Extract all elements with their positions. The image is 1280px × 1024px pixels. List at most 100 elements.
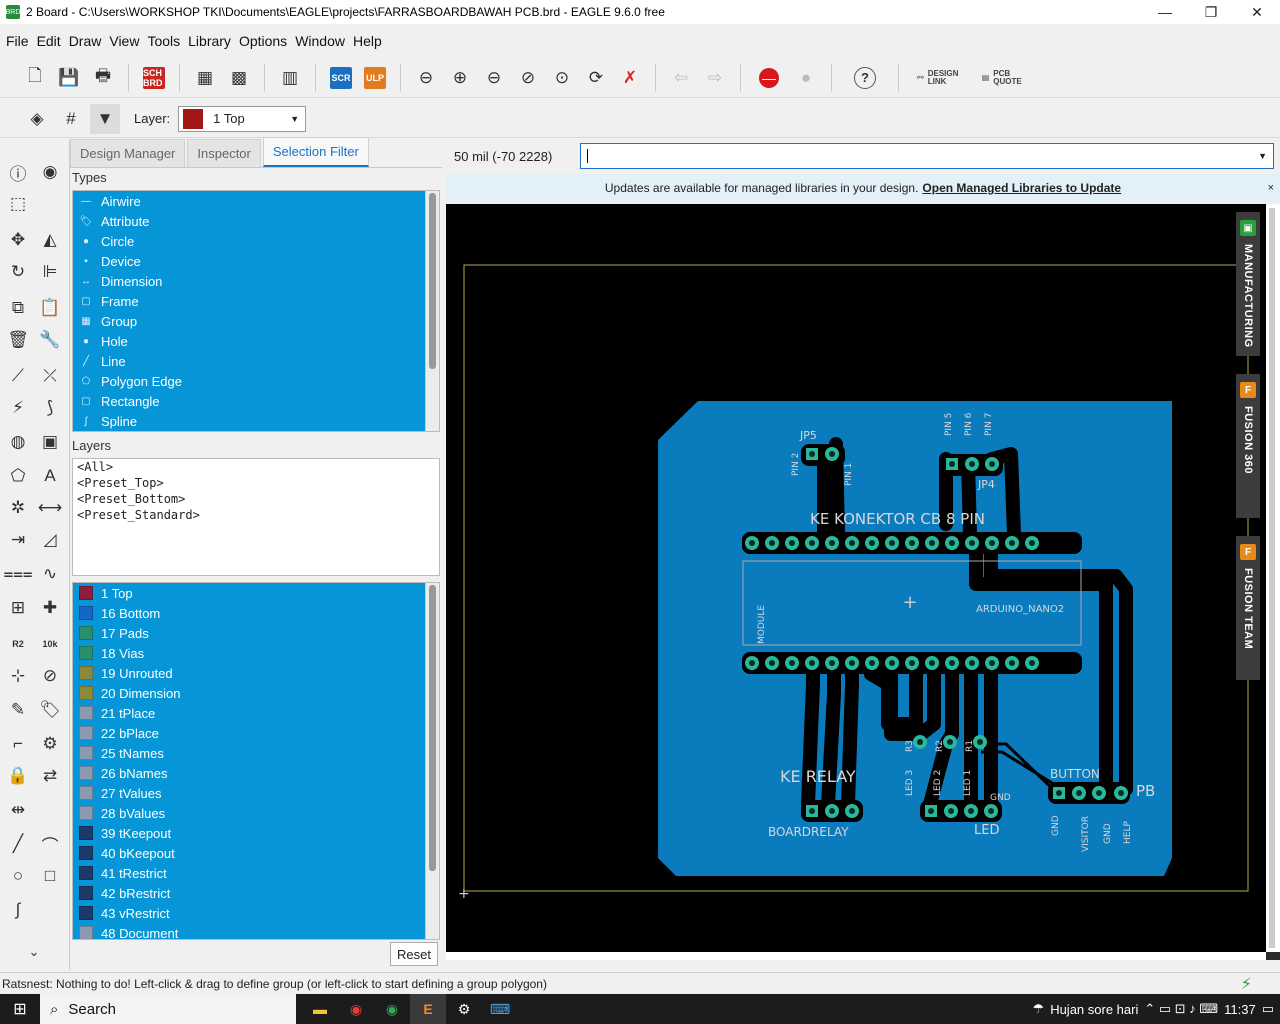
rectangle-icon[interactable]: □ (36, 862, 64, 890)
layer-item[interactable]: 18 Vias (73, 643, 439, 663)
show-icon[interactable]: ◉ (36, 158, 64, 186)
layer-item[interactable]: 19 Unrouted (73, 663, 439, 683)
save-icon[interactable]: 💾 (54, 63, 84, 93)
redraw-icon[interactable]: ⟳ (581, 63, 611, 93)
tab-fusion-360[interactable]: F FUSION 360 (1236, 374, 1260, 518)
ripup-icon[interactable]: ⤫ (36, 362, 64, 390)
polygon-fill-icon[interactable]: ▣ (36, 428, 64, 456)
menu-library[interactable]: Library (184, 33, 235, 49)
tab-selection-filter[interactable]: Selection Filter (262, 137, 369, 167)
go-icon[interactable]: ● (791, 63, 821, 93)
undo-icon[interactable]: ⇦ (666, 63, 696, 93)
move-icon[interactable]: ✥ (4, 226, 32, 254)
maximize-button[interactable]: ❐ (1188, 0, 1234, 24)
cam-export-icon[interactable]: ▩ (224, 63, 254, 93)
paste-icon[interactable]: 📋 (36, 294, 64, 322)
route-icon[interactable]: ⟋ (4, 362, 32, 390)
type-item[interactable]: 🏷 Attribute (73, 211, 439, 231)
type-item[interactable]: ╱ Line (73, 351, 439, 371)
line-icon[interactable]: ╱ (4, 830, 32, 858)
cam-processor-icon[interactable]: ▦ (190, 63, 220, 93)
attribute-icon[interactable]: 🏷 (36, 696, 64, 724)
text-icon[interactable]: A (36, 462, 64, 490)
align-icon[interactable]: ⊫ (36, 258, 64, 286)
vertical-scrollbar[interactable] (1266, 204, 1280, 952)
menu-view[interactable]: View (105, 33, 143, 49)
layer-presets-list[interactable]: <All> <Preset_Top> <Preset_Bottom> <Preset_… (72, 458, 440, 576)
group-select-icon[interactable]: ⬚ (4, 190, 32, 218)
name-icon[interactable]: R2 (4, 630, 32, 658)
windows-start-icon[interactable]: ⊞ (0, 999, 40, 1019)
tab-fusion-team[interactable]: F FUSION TEAM (1236, 536, 1260, 680)
zoom-in-icon[interactable]: ⊕ (445, 63, 475, 93)
layers-list[interactable]: 1 Top 16 Bottom 17 Pads 18 Vias 19 Unrouted 2… (72, 582, 440, 940)
replace-icon[interactable]: ⊘ (36, 662, 64, 690)
add-part-icon[interactable]: ⊞ (4, 594, 32, 622)
preset-item[interactable]: <All> (73, 459, 439, 475)
sch-brd-switch-button[interactable]: SCH BRD (143, 66, 165, 89)
board-canvas[interactable]: + JP5 PIN 2 PIN 1 PIN 5 PIN 6 PIN 7 JP4 … (446, 204, 1266, 952)
layer-settings-icon[interactable]: ◈ (22, 104, 52, 134)
via-icon[interactable]: ◍ (4, 428, 32, 456)
split-icon[interactable]: ⟆ (36, 394, 64, 422)
menu-draw[interactable]: Draw (65, 33, 106, 49)
clock[interactable]: 11:37 (1224, 1002, 1256, 1017)
value-icon[interactable]: 10k (36, 630, 64, 658)
3d-view-icon[interactable]: ▥ (275, 63, 305, 93)
miter-icon[interactable]: ⌐ (4, 730, 32, 758)
zoom-select-icon[interactable]: ⊘ (513, 63, 543, 93)
settings-icon[interactable]: ⚙ (446, 994, 482, 1024)
preset-item[interactable]: <Preset_Top> (73, 475, 439, 491)
layer-item[interactable]: 42 bRestrict (73, 883, 439, 903)
preset-item[interactable]: <Preset_Bottom> (73, 491, 439, 507)
layer-item[interactable]: 28 bValues (73, 803, 439, 823)
taskbar-search[interactable]: ⌕ Search (40, 994, 296, 1024)
layer-item[interactable]: 43 vRestrict (73, 903, 439, 923)
layer-item[interactable]: 21 tPlace (73, 703, 439, 723)
menu-options[interactable]: Options (235, 33, 291, 49)
pinswap-icon[interactable]: ⚙ (36, 730, 64, 758)
weather-text[interactable]: Hujan sore hari (1050, 1002, 1138, 1017)
stop-icon[interactable]: — (759, 67, 779, 88)
preset-item[interactable]: <Preset_Standard> (73, 507, 439, 523)
help-button[interactable]: ? (854, 66, 876, 89)
mirror-icon[interactable]: ◭ (36, 226, 64, 254)
close-button[interactable]: ✕ (1234, 0, 1280, 24)
arc-icon[interactable]: ⌒ (36, 830, 64, 858)
type-item[interactable]: ⬠ Polygon Edge (73, 371, 439, 391)
redo-icon[interactable]: ⇨ (700, 63, 730, 93)
types-scrollbar[interactable] (425, 191, 439, 431)
pcb-quote-button[interactable]: ▤ PCB QUOTE (982, 69, 1022, 86)
run-script-button[interactable]: SCR (330, 66, 352, 89)
menu-file[interactable]: File (2, 33, 33, 49)
meander-icon[interactable]: ⇥ (4, 526, 32, 554)
layer-item[interactable]: 40 bKeepout (73, 843, 439, 863)
circle-icon[interactable]: ○ (4, 862, 32, 890)
spline-icon[interactable]: ∫ (4, 896, 32, 924)
info-icon[interactable]: ⓘ (4, 158, 32, 186)
zoom-out-icon[interactable]: ⊖ (479, 63, 509, 93)
menu-tools[interactable]: Tools (143, 33, 184, 49)
net-icon[interactable]: ✲ (4, 494, 32, 522)
eagle-taskbar-icon[interactable]: E (410, 994, 446, 1024)
tray-icons[interactable]: ⌃ ▭ ⊡ ♪ ⌨ (1144, 1001, 1218, 1017)
layer-item[interactable]: 39 tKeepout (73, 823, 439, 843)
menu-window[interactable]: Window (291, 33, 349, 49)
layer-item[interactable]: 20 Dimension (73, 683, 439, 703)
layer-select[interactable]: 1 Top ▼ (178, 105, 307, 132)
rotate-icon[interactable]: ↻ (4, 258, 32, 286)
menu-help[interactable]: Help (349, 33, 386, 49)
menu-edit[interactable]: Edit (33, 33, 65, 49)
open-file-icon[interactable]: 🗋 (20, 63, 50, 93)
change-icon[interactable]: 🔧 (36, 326, 64, 354)
open-managed-libraries-link[interactable]: Open Managed Libraries to Update (922, 181, 1121, 195)
layer-item[interactable]: 1 Top (73, 583, 439, 603)
reset-button[interactable]: Reset (390, 942, 438, 966)
expand-tools-icon[interactable]: ⌄ (20, 938, 48, 966)
chevron-down-icon[interactable]: ▼ (1258, 151, 1267, 161)
keyboard-icon[interactable]: ⌨ (482, 994, 518, 1024)
selection-filter-icon[interactable]: ▼ (90, 103, 120, 134)
type-item[interactable]: ▢ Frame (73, 291, 439, 311)
type-item[interactable]: ● Circle (73, 231, 439, 251)
type-item[interactable]: ↔ Dimension (73, 271, 439, 291)
